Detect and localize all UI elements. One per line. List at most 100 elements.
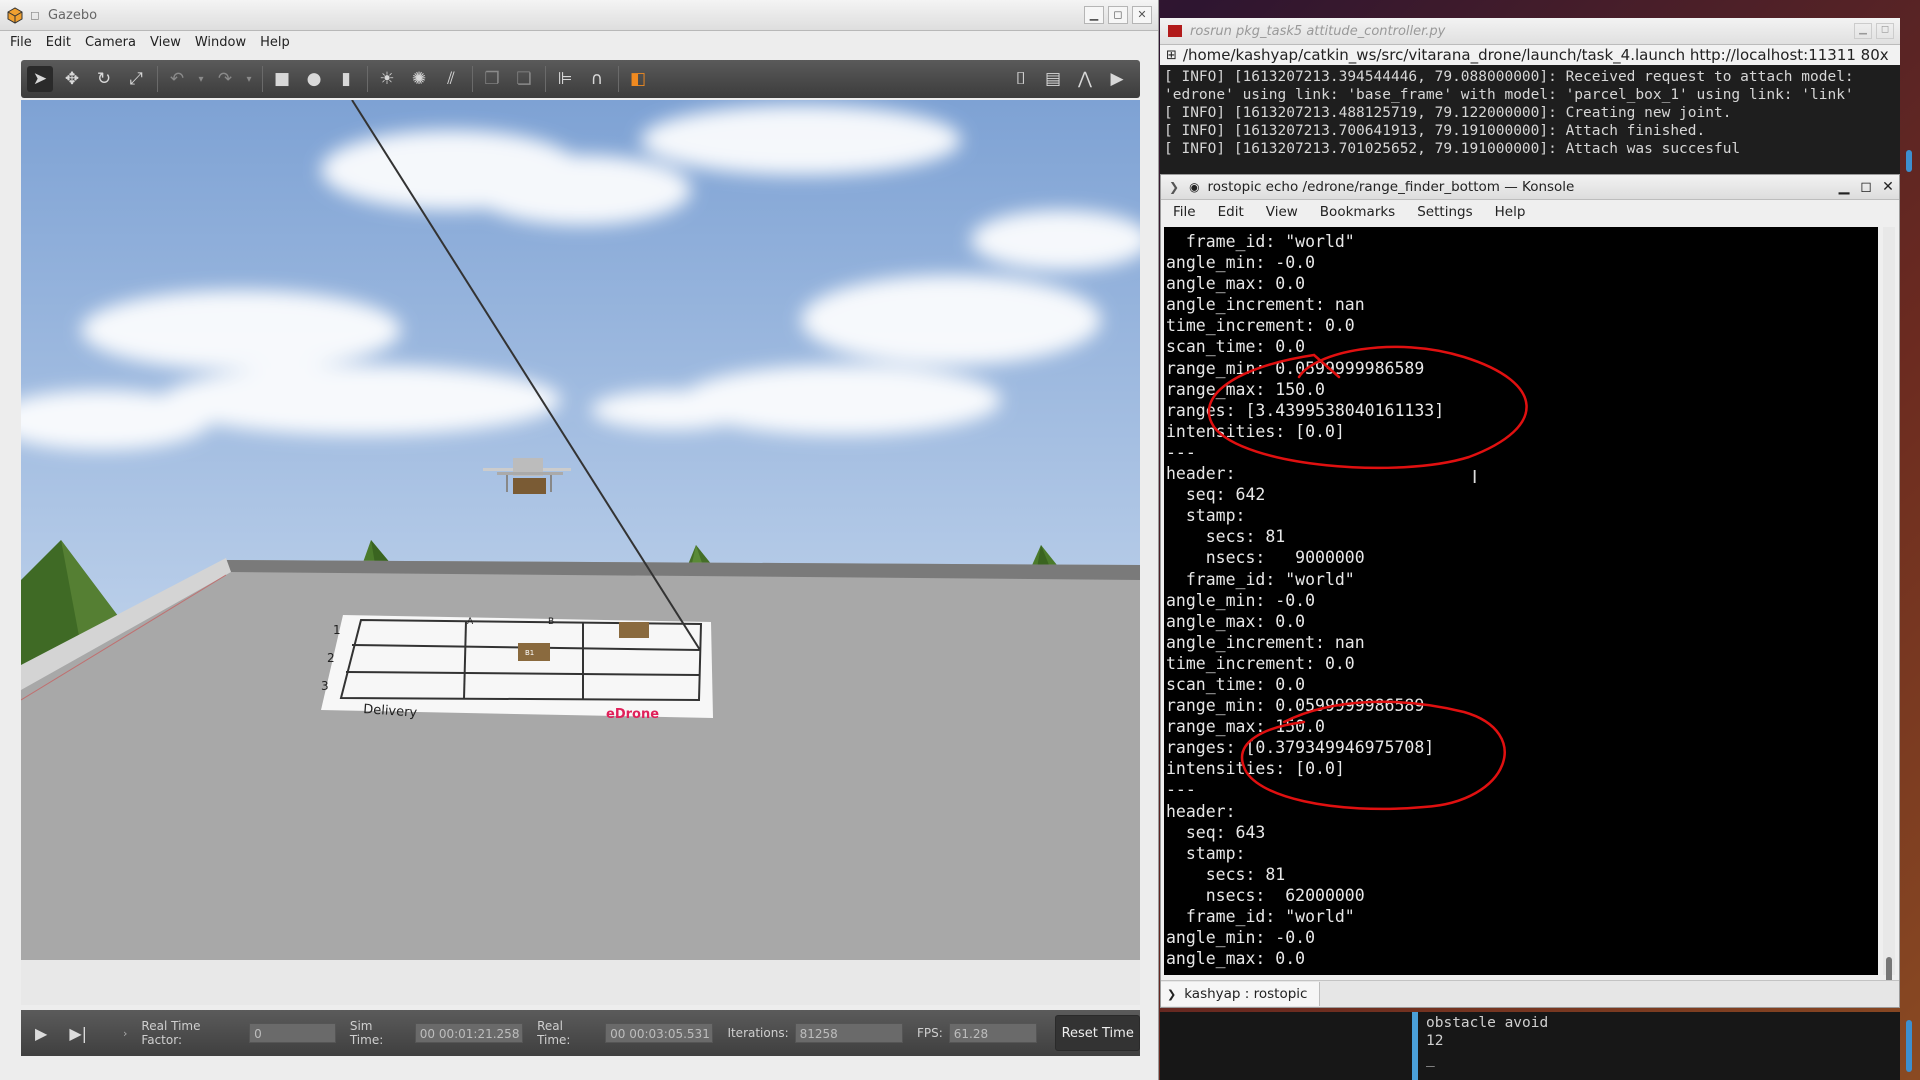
log-line: 'edrone' using link: 'base_frame' with m… [1164, 87, 1854, 103]
annotation-circle-2 [1240, 700, 1506, 811]
select-mode-icon[interactable]: ➤ [27, 66, 53, 92]
tab-label: kashyap : rostopic [1184, 986, 1308, 1002]
text-cursor-icon: I [1472, 467, 1478, 488]
mat-col-b-label: B [548, 617, 554, 627]
snap-icon[interactable]: ∩ [584, 66, 610, 92]
box-shape-icon[interactable]: ■ [269, 66, 295, 92]
record-video-icon[interactable]: ▶ [1104, 66, 1130, 92]
undo-icon[interactable]: ↶ [164, 66, 190, 92]
log-line: [ INFO] [1613207213.701025652, 79.191000… [1164, 141, 1741, 157]
translate-mode-icon[interactable]: ✥ [59, 66, 85, 92]
konsole-menu-bookmarks[interactable]: Bookmarks [1320, 204, 1395, 220]
directional-light-icon[interactable]: ⫽ [438, 66, 464, 92]
iterations-value: 81258 [794, 1023, 903, 1043]
gazebo-app-icon [6, 6, 24, 24]
fps-label: FPS: [916, 1026, 943, 1040]
menu-window[interactable]: Window [195, 35, 246, 50]
real-time-label: Real Time: [537, 1019, 571, 1047]
bottom-line: _ [1426, 1051, 1435, 1067]
konsole-menu-file[interactable]: File [1173, 204, 1196, 220]
window-pin-icon[interactable]: ◻ [30, 8, 40, 22]
menu-edit[interactable]: Edit [46, 35, 71, 50]
gazebo-window: ◻ Gazebo ▁ ◻ ✕ File Edit Camera View Win… [0, 0, 1159, 1080]
rosrun-terminal-window: rosrun pkg_task5 attitude_controller.py … [1160, 18, 1900, 178]
mat-row-3-label: 3 [321, 679, 329, 693]
bottom-line: 12 [1426, 1033, 1444, 1049]
iterations-label: Iterations: [727, 1026, 789, 1040]
real-time-factor-label: Real Time Factor: [141, 1019, 201, 1047]
rosrun-minimize-button[interactable]: ▁ [1854, 23, 1872, 39]
edge-scrollbar-top[interactable] [1906, 150, 1912, 172]
tab-terminal-icon: ❯ [1167, 987, 1177, 1001]
maximize-button[interactable]: ◻ [1108, 6, 1128, 24]
launch-icon: ⊞ [1166, 47, 1177, 63]
konsole-window-title: rostopic echo /edrone/range_finder_botto… [1207, 179, 1575, 195]
align-icon[interactable]: ⊫ [552, 66, 578, 92]
rosrun-log-output: [ INFO] [1613207213.394544446, 79.088000… [1160, 65, 1900, 161]
launch-path-bar: ⊞ /home/kashyap/catkin_ws/src/vitarana_d… [1160, 45, 1900, 65]
annotation-layer [1207, 345, 1528, 811]
rotate-mode-icon[interactable]: ↻ [91, 66, 117, 92]
konsole-app-icon: ❯ [1169, 180, 1180, 194]
pane-divider[interactable] [1412, 1012, 1418, 1080]
step-dropdown-icon[interactable]: › [123, 1027, 127, 1040]
konsole-maximize-button[interactable]: ◻ [1855, 179, 1877, 195]
konsole-close-button[interactable]: ✕ [1877, 179, 1899, 195]
gazebo-toolbar: ➤ ✥ ↻ ⤢ ↶ ▾ ↷ ▾ ■ ● ▮ ☀ ✺ ⫽ ❐ ❏ ⊫ ∩ ◧ ⌷ … [21, 60, 1140, 98]
reset-time-button[interactable]: Reset Time [1055, 1015, 1141, 1051]
close-button[interactable]: ✕ [1132, 6, 1152, 24]
fps-value: 61.28 [948, 1023, 1038, 1043]
redo-icon[interactable]: ↷ [212, 66, 238, 92]
menu-help[interactable]: Help [260, 35, 290, 50]
gazebo-titlebar: ◻ Gazebo ▁ ◻ ✕ [0, 0, 1158, 31]
bottom-terminal-pane[interactable]: obstacle avoid 12 _ [1160, 1012, 1900, 1080]
terminal-app-icon [1168, 25, 1182, 37]
3d-viewport[interactable]: 1 2 3 A B Delivery eDrone B1 [21, 100, 1140, 1005]
minimize-button[interactable]: ▁ [1084, 6, 1104, 24]
undo-history-icon[interactable]: ▾ [196, 66, 206, 92]
spot-light-icon[interactable]: ✺ [406, 66, 432, 92]
log-icon[interactable]: ▤ [1040, 66, 1066, 92]
konsole-pin-icon[interactable]: ◉ [1189, 180, 1199, 194]
konsole-menu-settings[interactable]: Settings [1417, 204, 1472, 220]
konsole-terminal-output[interactable]: frame_id: "world" angle_min: -0.0 angle_… [1164, 227, 1878, 975]
bottom-terminal-output: obstacle avoid 12 _ [1426, 1014, 1548, 1068]
play-icon[interactable]: ▶ [35, 1024, 47, 1043]
edge-scrollbar-bottom[interactable] [1906, 1020, 1912, 1072]
menu-view[interactable]: View [150, 35, 181, 50]
mat-col-a-label: A [467, 617, 474, 627]
point-light-icon[interactable]: ☀ [374, 66, 400, 92]
rosrun-window-title: rosrun pkg_task5 attitude_controller.py [1190, 23, 1446, 39]
cylinder-shape-icon[interactable]: ▮ [333, 66, 359, 92]
sphere-shape-icon[interactable]: ● [301, 66, 327, 92]
konsole-menu-edit[interactable]: Edit [1218, 204, 1244, 220]
konsole-minimize-button[interactable]: ▁ [1833, 179, 1855, 195]
log-line: [ INFO] [1613207213.488125719, 79.122000… [1164, 105, 1732, 121]
gazebo-window-title: Gazebo [47, 7, 98, 23]
launch-path-text: /home/kashyap/catkin_ws/src/vitarana_dro… [1182, 46, 1889, 64]
gazebo-statusbar: ▶ ▶| › Real Time Factor: 0 Sim Time: 00 … [21, 1010, 1141, 1056]
rosrun-maximize-button[interactable]: ◻ [1876, 23, 1894, 39]
konsole-tab[interactable]: ❯ kashyap : rostopic [1161, 982, 1321, 1006]
paste-icon[interactable]: ❏ [511, 66, 537, 92]
konsole-titlebar: ❯ ◉ rostopic echo /edrone/range_finder_b… [1161, 175, 1899, 200]
menu-camera[interactable]: Camera [85, 35, 136, 50]
log-line: [ INFO] [1613207213.394544446, 79.088000… [1164, 69, 1854, 85]
konsole-menu-help[interactable]: Help [1495, 204, 1526, 220]
scale-mode-icon[interactable]: ⤢ [123, 66, 149, 92]
konsole-menu-view[interactable]: View [1266, 204, 1298, 220]
plot-icon[interactable]: ⋀ [1072, 66, 1098, 92]
konsole-tabbar: ❯ kashyap : rostopic [1161, 980, 1899, 1007]
step-icon[interactable]: ▶| [69, 1024, 87, 1043]
redo-history-icon[interactable]: ▾ [244, 66, 254, 92]
screenshot-icon[interactable]: ⌷ [1008, 66, 1034, 92]
konsole-scrollbar[interactable] [1883, 227, 1895, 983]
rosrun-titlebar: rosrun pkg_task5 attitude_controller.py … [1160, 18, 1900, 45]
view-angle-icon[interactable]: ◧ [625, 66, 651, 92]
konsole-window: ❯ ◉ rostopic echo /edrone/range_finder_b… [1160, 174, 1900, 1008]
menu-file[interactable]: File [10, 35, 32, 50]
real-time-factor-value: 0 [249, 1023, 336, 1043]
bottom-line: obstacle avoid [1426, 1015, 1549, 1031]
sim-time-label: Sim Time: [349, 1019, 384, 1047]
copy-icon[interactable]: ❐ [479, 66, 505, 92]
